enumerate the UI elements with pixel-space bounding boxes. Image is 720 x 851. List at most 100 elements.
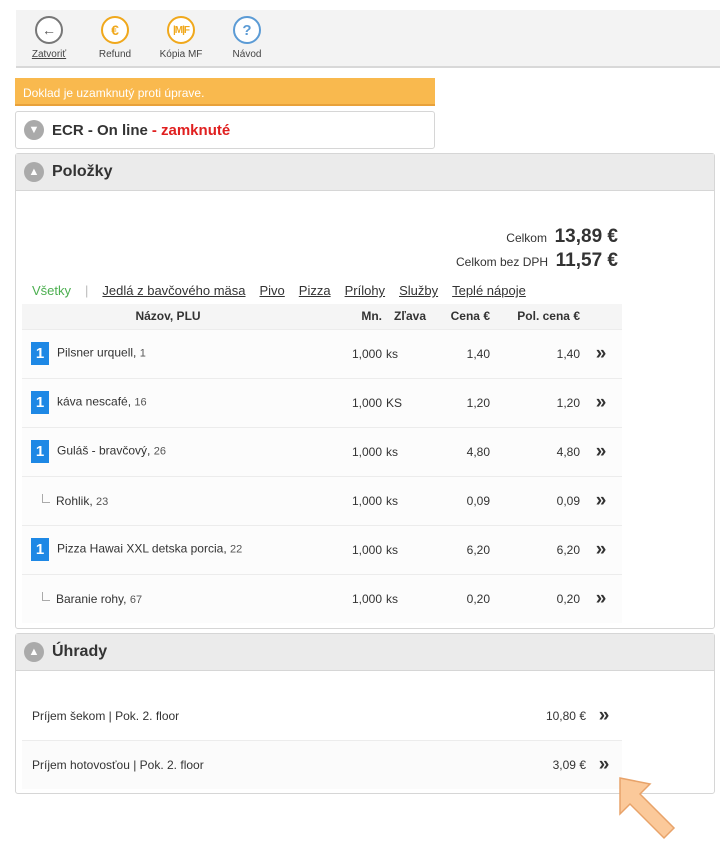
item-name: Pizza Hawai XXL detska porcia xyxy=(57,541,224,556)
item-unit: KS xyxy=(386,377,426,427)
item-detail-arrow-icon[interactable]: » xyxy=(596,343,607,364)
item-qty: 1,000 xyxy=(314,328,386,378)
col-discount: Zľava xyxy=(386,304,426,329)
quantity-badge: 1 xyxy=(31,342,49,365)
filter-sides[interactable]: Prílohy xyxy=(345,283,385,298)
item-row[interactable]: Rohlik, 23 1,000 ks 0,09 0,09 » xyxy=(22,475,622,525)
total: Celkom 13,89 € xyxy=(506,226,618,248)
item-row[interactable]: Baranie rohy, 67 1,000 ks 0,20 0,20 » xyxy=(22,573,622,623)
item-row[interactable]: 1 Pilsner urquell, 1 1,000 ks 1,40 1,40 » xyxy=(22,328,622,378)
help-label: Návod xyxy=(232,49,262,60)
item-qty: 1,000 xyxy=(314,426,386,476)
item-row[interactable]: 1 káva nescafé, 16 1,000 KS 1,20 1,20 » xyxy=(22,377,622,427)
filter-separator: | xyxy=(85,283,89,298)
refund-button[interactable]: € Refund xyxy=(82,10,148,66)
copy-mf-icon: |M|F xyxy=(167,16,195,44)
items-panel-title: Položky xyxy=(52,163,113,180)
item-line-total: 1,20 xyxy=(490,377,580,427)
item-qty: 1,000 xyxy=(314,475,386,525)
item-plu: 23 xyxy=(96,495,109,508)
items-table: Názov, PLU Mn. Zľava Cena € Pol. cena € … xyxy=(22,304,622,623)
pointer-arrow-icon xyxy=(619,777,676,840)
item-price: 1,20 xyxy=(426,377,490,427)
payment-row[interactable]: Príjem šekom | Pok. 2. floor 10,80 € » xyxy=(22,691,622,740)
col-price: Cena € xyxy=(426,304,490,329)
item-name: Baranie rohy xyxy=(56,591,124,606)
col-line-total: Pol. cena € xyxy=(490,304,580,329)
item-unit: ks xyxy=(386,426,426,476)
item-line-total: 0,20 xyxy=(490,573,580,623)
item-detail-arrow-icon[interactable]: » xyxy=(596,539,607,560)
items-panel-header[interactable]: ▲ Položky xyxy=(16,154,714,191)
item-name: Pilsner urquell xyxy=(57,345,134,360)
filter-services[interactable]: Služby xyxy=(399,283,438,298)
ecr-box[interactable]: ▼ ECR - On line - zamknuté xyxy=(15,111,435,149)
item-price: 0,20 xyxy=(426,573,490,623)
payment-detail-arrow-icon[interactable]: » xyxy=(599,754,610,775)
item-qty: 1,000 xyxy=(314,573,386,623)
col-actions xyxy=(580,304,622,329)
items-header-row: Názov, PLU Mn. Zľava Cena € Pol. cena € xyxy=(22,304,622,329)
payments-panel: ▲ Úhrady Príjem šekom | Pok. 2. floor 10… xyxy=(15,633,715,794)
item-name: Guláš - bravčový xyxy=(57,443,148,458)
item-name: Rohlik xyxy=(56,493,90,508)
filter-hot-drinks[interactable]: Teplé nápoje xyxy=(452,283,526,298)
payment-label: Príjem šekom | Pok. 2. floor xyxy=(32,708,180,723)
item-price: 6,20 xyxy=(426,524,490,574)
refund-label: Refund xyxy=(98,49,132,60)
copy-mf-button[interactable]: |M|F Kópia MF xyxy=(148,10,214,66)
quantity-badge: 1 xyxy=(31,440,49,463)
payment-label: Príjem hotovosťou | Pok. 2. floor xyxy=(32,758,204,772)
toolbar: ← Zatvoriť € Refund |M|F Kópia MF ? Návo… xyxy=(16,10,720,68)
items-panel: ▲ Položky Celkom 13,89 € Celkom bez DPH … xyxy=(15,153,715,629)
item-unit: ks xyxy=(386,573,426,623)
item-qty: 1,000 xyxy=(314,377,386,427)
chevron-down-icon[interactable]: ▼ xyxy=(24,120,44,140)
payment-amount: 3,09 € xyxy=(552,758,586,772)
col-name: Názov, PLU xyxy=(22,304,314,329)
total-label: Celkom xyxy=(506,231,547,245)
item-price: 1,40 xyxy=(426,328,490,378)
col-qty: Mn. xyxy=(314,304,386,329)
filter-meat[interactable]: Jedlá z bavčového mäsa xyxy=(102,283,245,298)
sub-item-marker-icon xyxy=(42,493,50,503)
item-price: 4,80 xyxy=(426,426,490,476)
payment-detail-arrow-icon[interactable]: » xyxy=(599,705,610,726)
help-icon: ? xyxy=(233,16,261,44)
item-unit: ks xyxy=(386,524,426,574)
close-button[interactable]: ← Zatvoriť xyxy=(16,10,82,66)
filter-all[interactable]: Všetky xyxy=(32,283,71,298)
payments-panel-title: Úhrady xyxy=(52,643,108,660)
payments-panel-header[interactable]: ▲ Úhrady xyxy=(16,634,714,671)
chevron-up-icon[interactable]: ▲ xyxy=(24,642,44,662)
item-name: káva nescafé xyxy=(57,394,128,409)
item-row[interactable]: 1 Pizza Hawai XXL detska porcia, 22 1,000… xyxy=(22,524,622,574)
item-row[interactable]: 1 Guláš - bravčový, 26 1,000 ks 4,80 4,80… xyxy=(22,426,622,476)
item-plu: 16 xyxy=(134,396,147,409)
item-plu: 22 xyxy=(229,543,243,556)
filter-beer[interactable]: Pivo xyxy=(260,283,285,298)
payment-row[interactable]: Príjem hotovosťou | Pok. 2. floor 3,09 €… xyxy=(22,740,622,789)
item-detail-arrow-icon[interactable]: » xyxy=(596,392,607,413)
euro-icon: € xyxy=(101,16,129,44)
quantity-badge: 1 xyxy=(31,391,49,414)
total-value: 13,89 € xyxy=(554,226,618,247)
payment-amount: 10,80 € xyxy=(545,708,586,723)
total-net-value: 11,57 € xyxy=(555,250,618,271)
item-plu: 26 xyxy=(153,445,166,458)
item-detail-arrow-icon[interactable]: » xyxy=(596,588,607,609)
item-detail-arrow-icon[interactable]: » xyxy=(596,490,607,511)
category-filters: Všetky | Jedlá z bavčového mäsa Pivo Piz… xyxy=(32,283,540,298)
item-plu: 1 xyxy=(139,347,146,360)
back-arrow-icon: ← xyxy=(35,16,63,44)
item-line-total: 0,09 xyxy=(490,475,580,525)
total-net: Celkom bez DPH 11,57 € xyxy=(456,250,618,272)
item-unit: ks xyxy=(386,328,426,378)
help-button[interactable]: ? Návod xyxy=(214,10,280,66)
filter-pizza[interactable]: Pizza xyxy=(299,283,331,298)
item-detail-arrow-icon[interactable]: » xyxy=(596,441,607,462)
item-line-total: 1,40 xyxy=(490,328,580,378)
ecr-locked-label: - zamknuté xyxy=(151,121,231,139)
item-unit: ks xyxy=(386,475,426,525)
chevron-up-icon[interactable]: ▲ xyxy=(24,162,44,182)
